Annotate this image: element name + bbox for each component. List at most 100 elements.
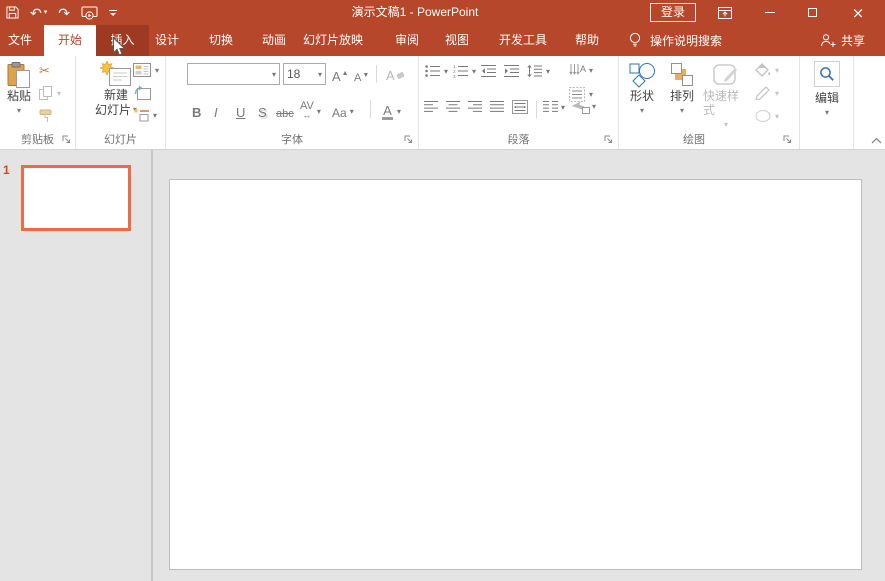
convert-to-smartart-button[interactable]: ▾ [571, 98, 596, 114]
text-direction-button[interactable]: A ▾ [569, 63, 593, 78]
tab-view[interactable]: 视图 [436, 25, 478, 56]
shape-fill-button[interactable]: ▾ [755, 63, 779, 77]
shapes-button[interactable]: 形状 ▾ [624, 62, 660, 118]
ribbon-display-options-button[interactable] [710, 0, 740, 25]
format-painter-icon [39, 109, 53, 123]
change-case-dropdown-arrow[interactable]: ▾ [350, 107, 354, 116]
slide-layout-dropdown-arrow[interactable]: ▾ [155, 66, 159, 75]
editing-dropdown-arrow[interactable]: ▾ [825, 106, 829, 120]
columns-dropdown-arrow[interactable]: ▾ [561, 103, 565, 112]
sign-in-button[interactable]: 登录 [650, 3, 697, 22]
bullets-icon [425, 64, 441, 78]
slide-editor-area [153, 150, 885, 581]
shape-effects-icon [755, 109, 771, 123]
tab-transitions[interactable]: 切换 [200, 25, 242, 56]
maximize-button[interactable] [797, 0, 827, 25]
shape-outline-dropdown-arrow[interactable]: ▾ [775, 89, 779, 98]
shrink-font-label: A [354, 72, 362, 84]
close-button[interactable]: × [843, 0, 873, 25]
quick-styles-dropdown-arrow[interactable]: ▾ [724, 118, 728, 132]
arrange-button[interactable]: 排列 ▾ [664, 62, 700, 118]
increase-indent-button[interactable] [504, 64, 520, 78]
tab-developer[interactable]: 开发工具 [494, 25, 552, 56]
font-dialog-launcher-icon[interactable] [404, 135, 414, 145]
font-size-value: 18 [287, 67, 301, 81]
slide-thumbnail[interactable] [21, 165, 131, 231]
shapes-icon [628, 62, 656, 89]
bold-button[interactable]: B [192, 98, 201, 120]
columns-button[interactable]: ▾ [543, 100, 565, 114]
smartart-dropdown-arrow[interactable]: ▾ [592, 102, 596, 111]
quick-styles-button[interactable]: 快速样式 ▾ [703, 62, 749, 132]
slide-layout-button[interactable]: ▾ [133, 63, 159, 77]
shape-effects-button[interactable]: ▾ [755, 109, 779, 123]
character-spacing-dropdown-arrow[interactable]: ▾ [317, 107, 321, 116]
clear-formatting-button[interactable]: A [386, 63, 406, 83]
align-right-button[interactable] [468, 100, 483, 114]
grow-font-button[interactable]: A ▲ [332, 64, 349, 84]
distribute-text-button[interactable] [512, 100, 528, 114]
font-size-combobox[interactable]: 18 ▾ [283, 63, 326, 85]
shape-effects-dropdown-arrow[interactable]: ▾ [775, 112, 779, 121]
drawing-dialog-launcher-icon[interactable] [783, 135, 793, 145]
tab-file[interactable]: 文件 [0, 25, 40, 56]
text-direction-dropdown-arrow[interactable]: ▾ [589, 66, 593, 75]
strikethrough-button[interactable]: abc [276, 98, 294, 120]
numbering-button[interactable]: 123 ▾ [453, 64, 476, 78]
underline-button[interactable]: U [236, 98, 245, 120]
paste-button[interactable]: 粘贴 ▾ [3, 62, 35, 118]
tab-home[interactable]: 开始 [44, 25, 96, 56]
tab-review[interactable]: 审阅 [386, 25, 428, 56]
align-center-button[interactable] [446, 100, 461, 114]
paste-clipboard-icon [7, 62, 31, 89]
tab-slideshow[interactable]: 幻灯片放映 [300, 25, 366, 56]
lightbulb-icon [628, 32, 642, 49]
align-left-button[interactable] [424, 100, 439, 114]
shape-fill-dropdown-arrow[interactable]: ▾ [775, 66, 779, 75]
clipboard-group: 粘贴 ▾ ✂ ▾ 剪贴板 [0, 56, 76, 149]
decrease-indent-button[interactable] [481, 64, 497, 78]
shape-outline-button[interactable]: ▾ [755, 86, 779, 100]
font-name-dropdown-arrow[interactable]: ▾ [272, 70, 276, 79]
shrink-font-button[interactable]: A ▼ [354, 64, 369, 84]
editing-group: 编辑 ▾ [800, 56, 854, 149]
clipboard-dialog-launcher-icon[interactable] [62, 135, 72, 145]
bullets-dropdown-arrow[interactable]: ▾ [444, 67, 448, 76]
reset-slide-button[interactable] [134, 85, 151, 100]
shapes-dropdown-arrow[interactable]: ▾ [640, 104, 644, 118]
collapse-ribbon-button[interactable] [868, 134, 884, 146]
character-spacing-button[interactable]: AV ↔ ▾ [300, 98, 321, 120]
svg-text:3: 3 [453, 74, 456, 78]
slide-canvas[interactable] [169, 179, 862, 570]
change-case-button[interactable]: Aa ▾ [332, 98, 354, 120]
tab-help[interactable]: 帮助 [566, 25, 608, 56]
paste-dropdown-arrow[interactable]: ▾ [17, 104, 21, 118]
section-button[interactable]: ▾ [133, 108, 157, 122]
font-color-button[interactable]: A ▾ [382, 98, 401, 120]
font-color-dropdown-arrow[interactable]: ▾ [397, 107, 401, 116]
line-spacing-dropdown-arrow[interactable]: ▾ [546, 67, 550, 76]
line-spacing-button[interactable]: ▾ [527, 64, 550, 78]
copy-dropdown-arrow[interactable]: ▾ [57, 89, 61, 98]
numbering-dropdown-arrow[interactable]: ▾ [472, 67, 476, 76]
cut-button[interactable]: ✂ [39, 63, 50, 79]
new-slide-label-line2: 幻灯片 [94, 102, 131, 117]
share-button[interactable]: 共享 [820, 25, 865, 56]
font-size-dropdown-arrow[interactable]: ▾ [318, 70, 322, 79]
justify-button[interactable] [490, 100, 505, 114]
italic-button[interactable]: I [214, 98, 218, 120]
minimize-button[interactable] [755, 0, 785, 25]
find-magnifier-icon [814, 61, 840, 87]
tell-me-label: 操作说明搜索 [650, 34, 723, 48]
tell-me-search[interactable]: 操作说明搜索 [628, 25, 722, 56]
tab-design[interactable]: 设计 [146, 25, 188, 56]
bullets-button[interactable]: ▾ [425, 64, 448, 78]
section-dropdown-arrow[interactable]: ▾ [153, 111, 157, 120]
format-painter-button[interactable] [39, 109, 53, 123]
text-shadow-button[interactable]: S [258, 98, 267, 120]
copy-button[interactable]: ▾ [39, 86, 61, 100]
font-name-combobox[interactable]: ▾ [187, 63, 280, 85]
tab-animations[interactable]: 动画 [253, 25, 295, 56]
editing-button[interactable]: 编辑 ▾ [811, 61, 843, 120]
arrange-dropdown-arrow[interactable]: ▾ [680, 104, 684, 118]
